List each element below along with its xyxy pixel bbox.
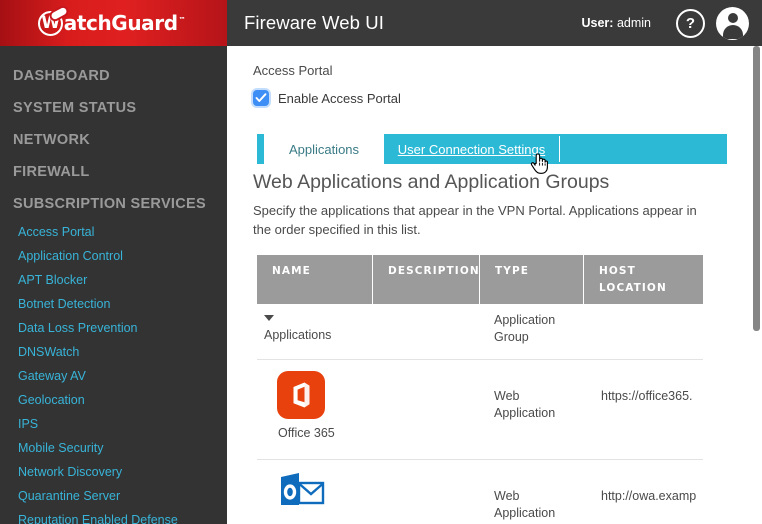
top-header: Fireware Web UI User: admin ?	[227, 0, 762, 46]
sidebar-item-subscription-services[interactable]: SUBSCRIPTION SERVICES	[0, 188, 227, 220]
sidebar-item-geolocation[interactable]: Geolocation	[0, 388, 227, 412]
column-header-host-location[interactable]: HOST LOCATION	[583, 255, 703, 304]
group-description-cell	[372, 304, 479, 359]
sidebar-item-apt-blocker[interactable]: APT Blocker	[0, 268, 227, 292]
table-row[interactable]: Office 365 Web Application https://offic…	[257, 360, 703, 460]
group-type-cell: Application Group	[494, 313, 556, 344]
watchguard-logo[interactable]: W atchGuard™	[0, 0, 227, 46]
outlook-description-cell	[372, 460, 479, 524]
sidebar-item-ips[interactable]: IPS	[0, 412, 227, 436]
expand-collapse-caret-icon[interactable]	[264, 315, 274, 321]
column-header-host-line2: LOCATION	[599, 282, 667, 294]
main-content: Access Portal Enable Access Portal Appli…	[227, 46, 762, 524]
header-right-group: User: admin ?	[582, 6, 749, 40]
group-name-cell: Applications	[257, 304, 372, 359]
sidebar-item-firewall[interactable]: FIREWALL	[0, 156, 227, 188]
sidebar: W atchGuard™ DASHBOARD SYSTEM STATUS NET…	[0, 0, 227, 524]
tab-applications[interactable]: Applications	[264, 134, 384, 164]
vertical-scrollbar-thumb[interactable]	[753, 46, 760, 331]
section-description: Specify the applications that appear in …	[253, 203, 697, 237]
sidebar-item-reputation-enabled-defense[interactable]: Reputation Enabled Defense	[0, 508, 227, 524]
sidebar-item-dnswatch[interactable]: DNSWatch	[0, 340, 227, 364]
table-header-row: NAME DESCRIPTION TYPE HOST LOCATION	[257, 255, 703, 304]
logged-in-user: User: admin	[582, 16, 652, 30]
sidebar-item-quarantine-server[interactable]: Quarantine Server	[0, 484, 227, 508]
tab-bar: Applications User Connection Settings	[257, 134, 727, 164]
sidebar-item-botnet-detection[interactable]: Botnet Detection	[0, 292, 227, 316]
tab-user-connection-settings[interactable]: User Connection Settings	[384, 134, 559, 164]
office365-name-cell: Office 365	[257, 360, 372, 459]
office365-type-cell: Web Application	[494, 389, 556, 420]
sidebar-item-dashboard[interactable]: DASHBOARD	[0, 60, 227, 92]
office365-description-cell	[372, 360, 479, 459]
table-row[interactable]: Applications Application Group	[257, 304, 703, 360]
column-header-name[interactable]: NAME	[257, 255, 372, 304]
outlook-web-app-icon	[277, 471, 325, 519]
user-prefix-label: User:	[581, 16, 614, 30]
brand-trademark: ™	[178, 16, 186, 25]
brand-logo-group: W atchGuard™	[37, 6, 186, 36]
section-heading: Web Applications and Application Groups	[253, 171, 610, 193]
outlook-type-cell: Web Application	[494, 489, 556, 520]
help-icon[interactable]: ?	[676, 8, 705, 38]
sidebar-item-access-portal[interactable]: Access Portal	[0, 220, 227, 244]
table-row[interactable]: Outlook Web App Web Application http://o…	[257, 460, 703, 524]
outlook-host-cell: http://owa.examp	[601, 489, 697, 503]
column-header-description[interactable]: DESCRIPTION	[372, 255, 479, 304]
tab-separator	[559, 136, 560, 162]
office365-name-label: Office 365	[278, 426, 335, 440]
checkmark-icon	[255, 93, 267, 102]
enable-access-portal-row[interactable]: Enable Access Portal	[253, 90, 401, 106]
sidebar-item-data-loss-prevention[interactable]: Data Loss Prevention	[0, 316, 227, 340]
app-window: W atchGuard™ DASHBOARD SYSTEM STATUS NET…	[0, 0, 762, 524]
office365-host-cell: https://office365.	[601, 389, 693, 403]
column-header-host-line1: HOST	[599, 265, 636, 277]
watchguard-w-mark-icon: W	[37, 6, 68, 36]
office-365-icon-tile	[277, 371, 325, 419]
applications-table: NAME DESCRIPTION TYPE HOST LOCATION Appli…	[257, 255, 703, 524]
outlook-glyph	[281, 473, 325, 505]
page-title: Access Portal	[253, 63, 333, 78]
column-header-type[interactable]: TYPE	[479, 255, 583, 304]
sidebar-item-network-discovery[interactable]: Network Discovery	[0, 460, 227, 484]
sidebar-item-system-status[interactable]: SYSTEM STATUS	[0, 92, 227, 124]
help-glyph: ?	[685, 14, 696, 32]
group-host-cell	[583, 304, 703, 359]
user-name: admin	[616, 16, 651, 30]
enable-access-portal-checkbox[interactable]	[253, 90, 269, 106]
user-avatar-icon[interactable]	[716, 6, 749, 40]
sidebar-item-gateway-av[interactable]: Gateway AV	[0, 364, 227, 388]
app-title: Fireware Web UI	[244, 12, 384, 33]
office-365-glyph	[293, 382, 310, 408]
sidebar-item-application-control[interactable]: Application Control	[0, 244, 227, 268]
sidebar-nav: DASHBOARD SYSTEM STATUS NETWORK FIREWALL…	[0, 46, 227, 524]
enable-access-portal-label: Enable Access Portal	[278, 90, 401, 106]
outlook-name-cell: Outlook Web App	[257, 460, 372, 524]
group-name-label: Applications	[264, 328, 332, 342]
office-365-icon	[277, 371, 325, 419]
sidebar-item-mobile-security[interactable]: Mobile Security	[0, 436, 227, 460]
brand-name: atchGuard™	[63, 11, 186, 35]
sidebar-item-network[interactable]: NETWORK	[0, 124, 227, 156]
